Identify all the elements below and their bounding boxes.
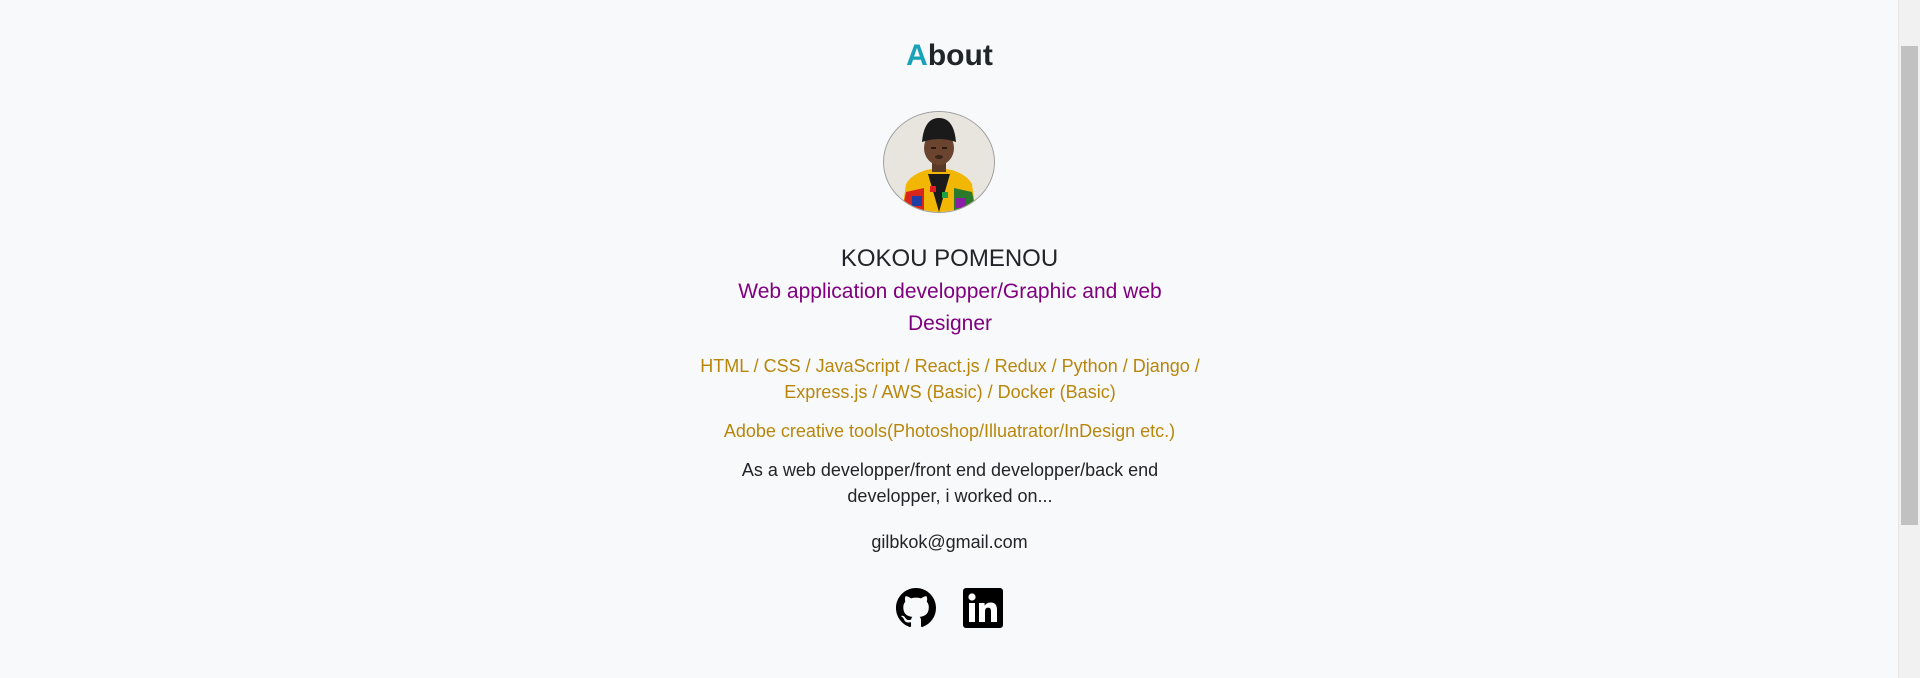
profile-name: KOKOU POMENOU xyxy=(840,245,1059,272)
page: About KOKOU POMENOU Web application deve… xyxy=(0,0,1920,678)
avatar xyxy=(883,111,995,213)
github-link[interactable] xyxy=(896,588,936,628)
linkedin-link[interactable] xyxy=(963,588,1003,628)
tools-list: Adobe creative tools(Photoshop/Illuatrat… xyxy=(723,421,1176,441)
linkedin-icon xyxy=(963,588,1003,628)
skills-list: HTML / CSS / JavaScript / React.js / Red… xyxy=(700,356,1200,402)
vertical-scrollbar[interactable] xyxy=(1898,0,1920,678)
profile-description: As a web developper/front end developper… xyxy=(741,460,1159,506)
title-rest: bout xyxy=(927,39,993,72)
github-icon xyxy=(896,588,936,628)
contact-email: gilbkok@gmail.com xyxy=(871,532,1028,552)
title-accent-letter: A xyxy=(906,39,928,72)
section-title: About xyxy=(0,38,1899,74)
about-section: About KOKOU POMENOU Web application deve… xyxy=(0,0,1899,678)
profile-role: Web application developper/Graphic and w… xyxy=(738,280,1162,335)
scrollbar-thumb[interactable] xyxy=(1901,46,1918,525)
profile-photo xyxy=(884,112,994,212)
